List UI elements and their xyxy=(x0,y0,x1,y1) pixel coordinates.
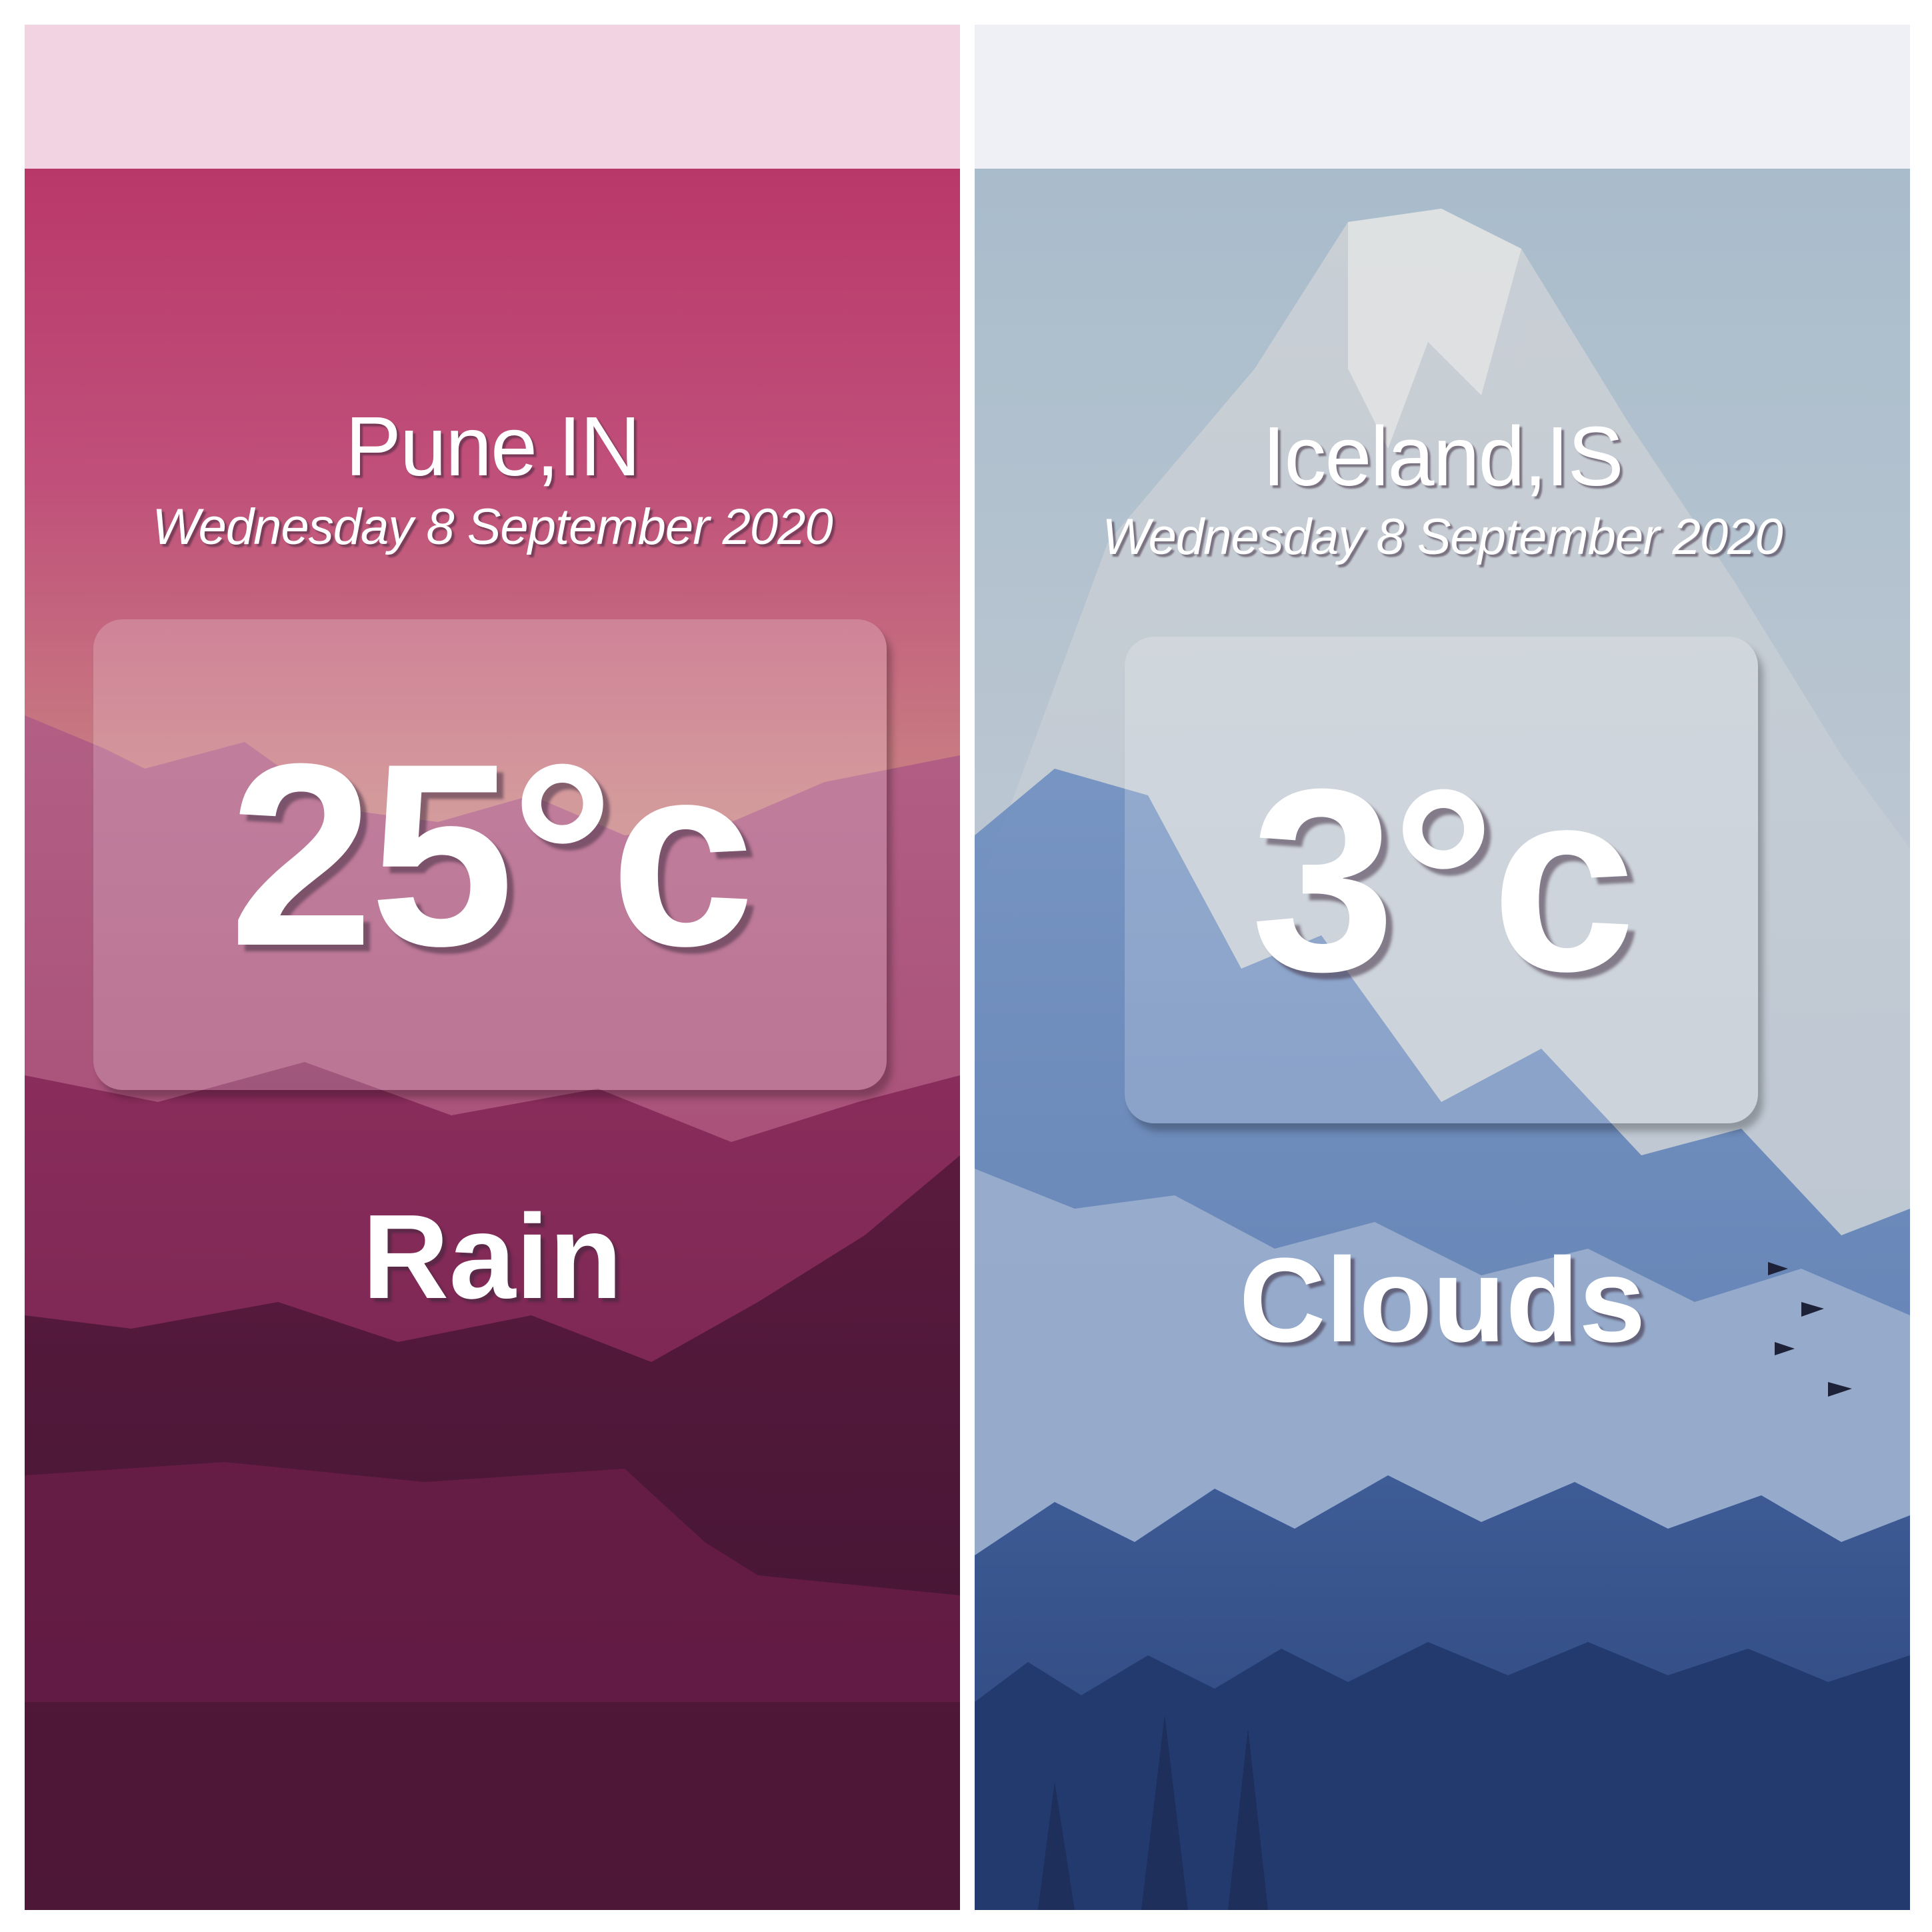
weather-condition: Rain xyxy=(362,1190,623,1324)
top-bar xyxy=(975,25,1910,169)
weather-screen-pune: Pune,IN Wednesday 8 September 2020 25°c … xyxy=(25,25,960,1910)
temperature-value: 25°c xyxy=(229,709,755,1000)
date-label: Wednesday 8 September 2020 xyxy=(1102,509,1783,565)
temperature-card: 25°c xyxy=(93,619,887,1090)
temperature-card: 3°c xyxy=(1125,637,1758,1123)
location-label: Pune,IN xyxy=(345,399,641,493)
weather-screen-iceland: Iceland,IS Wednesday 8 September 2020 3°… xyxy=(975,25,1910,1910)
weather-condition: Clouds xyxy=(1239,1233,1646,1367)
temperature-value: 3°c xyxy=(1251,735,1636,1025)
date-label: Wednesday 8 September 2020 xyxy=(152,499,833,555)
top-bar xyxy=(25,25,960,169)
location-label: Iceland,IS xyxy=(1262,409,1623,503)
